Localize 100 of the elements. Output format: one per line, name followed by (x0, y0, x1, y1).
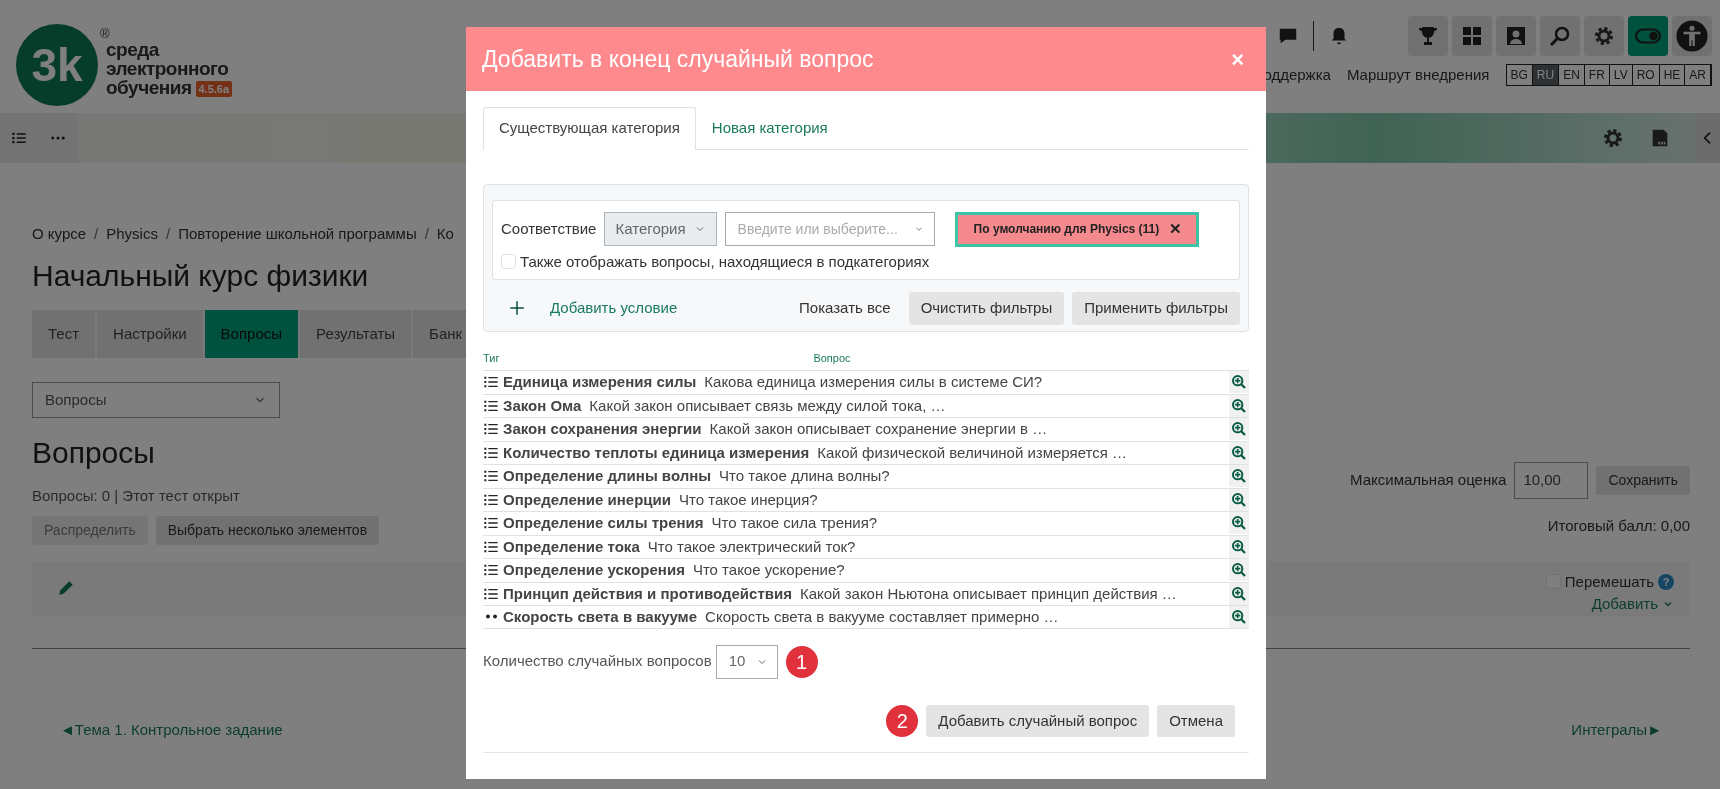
question-text: Что такое ускорение? (692, 560, 845, 580)
page-title: Начальный курс физики (32, 257, 369, 294)
zoom-in-icon (1231, 444, 1247, 461)
preview-button[interactable] (1229, 441, 1249, 464)
add-condition-link[interactable]: Добавить условие (550, 297, 678, 320)
theme-toggle[interactable] (1628, 16, 1668, 56)
next-link[interactable]: Интегралы► (1571, 718, 1662, 741)
trophy-button[interactable] (1408, 16, 1448, 56)
preview-button[interactable] (1229, 605, 1249, 628)
question-name: Единица измерения силы (503, 372, 697, 392)
breadcrumb-link[interactable]: Повторение школьной программы (178, 223, 417, 246)
breadcrumb-link[interactable]: О курсе (32, 223, 87, 246)
logo-text: среда (106, 40, 159, 59)
language-button[interactable]: FR (1584, 65, 1610, 86)
grid-button[interactable] (1452, 16, 1492, 56)
action-button[interactable]: Выбрать несколько элементов (155, 515, 380, 545)
language-button[interactable]: BG (1506, 65, 1533, 86)
add-menu[interactable]: Добавить (1591, 593, 1674, 616)
question-name: Определение ускорения (503, 560, 685, 580)
zoom-in-icon (1231, 585, 1247, 602)
search-field[interactable]: Введите или выберите... (724, 212, 935, 246)
preview-button[interactable] (1229, 465, 1249, 488)
dialog-button[interactable]: Добавить случайный вопрос (926, 704, 1150, 737)
filter-button[interactable]: Применить фильтры (1072, 292, 1240, 325)
question-text: Скорость света в вакууме составляет примерно … (705, 606, 1059, 627)
breadcrumb-separator: / (165, 224, 171, 244)
preview-button[interactable] (1229, 488, 1249, 511)
breadcrumb-link[interactable]: Physics (106, 223, 158, 246)
language-button[interactable]: RU (1532, 65, 1560, 86)
zoom-in-icon (1231, 538, 1247, 555)
help-icon[interactable]: ? (1658, 573, 1674, 590)
previous-link[interactable]: ◄Тема 1. Контрольное задание (60, 718, 283, 741)
view-select[interactable]: Вопросы (32, 382, 280, 418)
registered-mark: ® (100, 25, 110, 43)
dots-icon (486, 614, 497, 620)
pencil-icon[interactable] (56, 578, 76, 598)
preview-button[interactable] (1229, 582, 1249, 605)
question-text: Что такое инерция? (679, 489, 818, 510)
question-name: Определение силы трения (503, 513, 704, 533)
quiz-status: Вопросы: 0 | Этот тест открыт (32, 486, 241, 506)
zoom-in-icon (1231, 468, 1247, 485)
settings-icon (1592, 24, 1616, 48)
settings-icon[interactable] (1601, 126, 1625, 150)
save-button[interactable]: Сохранить (1596, 466, 1690, 495)
question-text: Какова единица измерения силы в системе СИ? (704, 372, 1043, 392)
plus-icon[interactable] (508, 299, 526, 318)
language-button[interactable]: LV (1609, 65, 1633, 86)
total-score: Итоговый балл: 0,00 (1547, 516, 1690, 536)
show-all-button[interactable]: Показать все (789, 292, 901, 325)
language-button[interactable]: EN (1559, 65, 1585, 86)
count-select[interactable]: 10 (715, 644, 778, 679)
header-link[interactable]: Маршрут внедрения (1346, 64, 1490, 87)
remove-icon[interactable]: ✕ (1169, 217, 1183, 241)
zoom-in-icon (1231, 608, 1247, 625)
preview-button[interactable] (1229, 418, 1249, 441)
preview-button[interactable] (1229, 535, 1249, 558)
filter-button[interactable]: Очистить фильтры (908, 292, 1065, 325)
search-button[interactable] (1540, 16, 1580, 56)
count-label: Количество случайных вопросов (483, 651, 712, 672)
question-name: Закон Ома (503, 395, 582, 416)
question-name: Скорость света в вакууме (503, 606, 698, 627)
preview-button[interactable] (1229, 371, 1249, 394)
question-name: Количество теплоты единица измерения (503, 442, 810, 463)
profile-button[interactable] (1496, 16, 1536, 56)
question-text: Что такое длина волны? (719, 466, 890, 486)
question-name: Определение инерции (503, 489, 671, 510)
question-text: Что такое сила трения? (711, 513, 878, 533)
tab[interactable]: Тест (32, 309, 98, 358)
breadcrumb-link[interactable]: Ко (436, 223, 454, 246)
step-marker: 2 (886, 704, 919, 737)
settings-button[interactable] (1584, 16, 1624, 56)
accessibility-icon (1675, 19, 1709, 53)
category-tag[interactable]: По умолчанию для Physics (11) ✕ (954, 211, 1200, 247)
language-button[interactable]: HE (1659, 65, 1686, 86)
zoom-in-icon (1231, 562, 1247, 579)
dialog-title: Добавить в конец случайный вопрос (482, 44, 874, 74)
column-header: Вопрос (813, 350, 851, 366)
preview-button[interactable] (1229, 512, 1249, 535)
grade-field[interactable]: 10,00 (1514, 462, 1589, 499)
grade-label: Максимальная оценка (1350, 470, 1507, 491)
preview-button[interactable] (1229, 559, 1249, 582)
tab[interactable]: Существующая категория (483, 107, 696, 150)
close-button[interactable]: × (1225, 41, 1250, 77)
language-button[interactable]: AR (1685, 65, 1711, 86)
tab[interactable]: Результаты (300, 309, 414, 358)
subcategories-checkbox[interactable] (501, 254, 516, 270)
preview-button[interactable] (1229, 394, 1249, 417)
language-button[interactable]: RO (1632, 65, 1660, 86)
question-text: Какой закон описывает сохранение энергии в … (709, 419, 1048, 439)
shuffle-label: Перемешать (1564, 571, 1654, 592)
tab[interactable]: Новая категория (695, 107, 844, 150)
tab[interactable]: Настройки (97, 309, 205, 358)
header-link[interactable]: оддержка (1263, 64, 1331, 87)
accessibility-button[interactable] (1672, 16, 1712, 56)
dialog-button[interactable]: Отмена (1157, 704, 1235, 737)
match-label: Соответствие (501, 218, 597, 239)
zoom-in-icon (1231, 515, 1247, 532)
condition-select[interactable]: Категория (604, 212, 717, 246)
grid-icon (1460, 24, 1484, 48)
question-text: Какой закон описывает связь между силой тока, … (589, 395, 946, 416)
